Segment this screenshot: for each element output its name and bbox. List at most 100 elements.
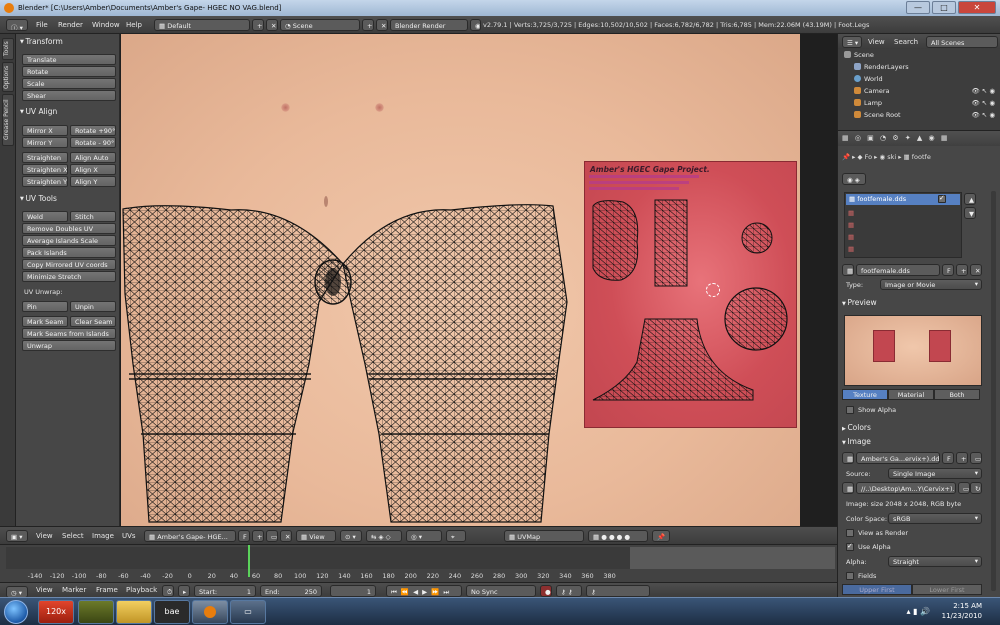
taskbar-app-media[interactable] — [78, 600, 114, 624]
image-new-button[interactable]: + — [956, 452, 968, 464]
translate-button[interactable]: Translate — [22, 54, 116, 65]
remove-doubles-uv-button[interactable]: Remove Doubles UV — [22, 223, 116, 234]
unpin-button[interactable]: Unpin — [70, 301, 116, 312]
texture-type-select[interactable]: Image or Movie — [880, 279, 982, 290]
taskbar-app-blender[interactable] — [192, 600, 228, 624]
close-button[interactable]: ✕ — [958, 1, 996, 14]
menu-search[interactable]: Search — [894, 38, 918, 46]
sync-selection-toggles[interactable]: ⇆ ◈ ◇ — [366, 530, 402, 542]
preview-tab-texture[interactable]: Texture — [842, 389, 888, 400]
menu-view[interactable]: View — [36, 586, 53, 594]
image-panel-title[interactable]: Image — [842, 437, 871, 446]
menu-frame[interactable]: Frame — [96, 586, 118, 594]
start-button[interactable] — [4, 600, 28, 624]
slot-move-up-button[interactable]: ▲ — [964, 193, 976, 205]
outliner-row-scene-root[interactable]: Scene Root 👁 ↖ ◉ — [838, 111, 1000, 123]
taskbar-app-autodesk[interactable]: 120x — [38, 600, 74, 624]
frame-range-icon[interactable]: ▸ — [178, 585, 190, 597]
outliner-row-lamp[interactable]: Lamp 👁 ↖ ◉ — [838, 99, 1000, 111]
visibility-icons[interactable]: 👁 ↖ ◉ — [971, 99, 995, 107]
folder-icon[interactable] — [116, 600, 152, 624]
file-browse-button[interactable]: ▭ — [958, 482, 970, 494]
texture-unlink-button[interactable]: ✕ — [970, 264, 982, 276]
outliner-row-camera[interactable]: Camera 👁 ↖ ◉ — [838, 87, 1000, 99]
editor-type-button[interactable]: ▣ ▾ — [6, 530, 28, 542]
menu-select[interactable]: Select — [62, 532, 84, 540]
editor-type-button[interactable]: ☰ ▾ — [842, 36, 862, 48]
stitch-button[interactable]: Stitch — [70, 211, 116, 222]
menu-view[interactable]: View — [36, 532, 53, 540]
minimize-button[interactable]: — — [906, 1, 930, 14]
uv-image-viewport[interactable]: Amber's HGEC Gape Project. — [121, 34, 800, 526]
rotate-button[interactable]: Rotate — [22, 66, 116, 77]
display-channels-toggles[interactable]: ▦ ● ● ● ● — [588, 530, 648, 542]
image-browse-select[interactable]: ▦ Amber's Gape- HGE... — [144, 530, 236, 542]
image-open-button[interactable]: ▭ — [266, 530, 278, 542]
screen-add-button[interactable]: + — [252, 19, 264, 31]
texture-name-field[interactable]: footfemale.dds — [856, 264, 940, 276]
end-frame-field[interactable]: End: 250 — [260, 585, 322, 597]
editor-type-button[interactable]: ⓘ ▾ — [6, 19, 28, 31]
outliner-filter-select[interactable]: All Scenes — [926, 36, 998, 48]
pin-icon[interactable]: 📌 — [652, 530, 670, 542]
properties-context-tabs[interactable]: ▦ ◎ ▣ ◔ ⚙ ✦ ▲ ◉ ▦ — [838, 131, 1000, 146]
view-mode-select[interactable]: ▦ View — [296, 530, 336, 542]
visibility-icons[interactable]: 👁 ↖ ◉ — [971, 111, 995, 119]
proportional-edit-toggles[interactable]: ◎ ▾ — [406, 530, 442, 542]
straighten-x-button[interactable]: Straighten X — [22, 164, 68, 175]
pack-islands-button[interactable]: Pack Islands — [22, 247, 116, 258]
scene-add-button[interactable]: + — [362, 19, 374, 31]
record-keyframe-button[interactable]: ● — [540, 585, 552, 597]
menu-uvs[interactable]: UVs — [122, 532, 136, 540]
scene-remove-button[interactable]: ✕ — [376, 19, 388, 31]
mirror-x-button[interactable]: Mirror X — [22, 125, 68, 136]
texture-type-toggles[interactable]: ◉ ◈ — [842, 173, 866, 185]
menu-playback[interactable]: Playback — [126, 586, 157, 594]
reload-image-button[interactable]: ↻ — [970, 482, 982, 494]
2d-cursor[interactable] — [706, 283, 720, 297]
straighten-button[interactable]: Straighten — [22, 152, 68, 163]
image-filepath-field[interactable]: //..\Desktop\Am...Y\Cervix+).dds — [856, 482, 956, 494]
snap-toggle[interactable]: ⌖ — [446, 530, 466, 542]
timeline-frame-range[interactable] — [6, 547, 630, 569]
image-fake-user-button[interactable]: F — [942, 452, 954, 464]
mirror-y-button[interactable]: Mirror Y — [22, 137, 68, 148]
scale-button[interactable]: Scale — [22, 78, 116, 89]
uv-tools-panel-title[interactable]: UV Tools — [20, 194, 56, 203]
texture-fake-user-button[interactable]: F — [942, 264, 954, 276]
image-name-field[interactable]: Amber's Ga...ervix+).dds — [856, 452, 940, 464]
alpha-mode-select[interactable]: Straight — [888, 556, 982, 567]
menu-file[interactable]: File — [36, 21, 48, 29]
outliner-row-world[interactable]: World — [838, 75, 1000, 87]
visibility-icons[interactable]: 👁 ↖ ◉ — [971, 87, 995, 95]
unwrap-button[interactable]: Unwrap — [22, 340, 116, 351]
texture-browse-icon[interactable]: ▦ — [842, 264, 854, 276]
screen-remove-button[interactable]: ✕ — [266, 19, 278, 31]
menu-render[interactable]: Render — [58, 21, 83, 29]
sync-mode-select[interactable]: No Sync — [466, 585, 536, 597]
clear-seam-button[interactable]: Clear Seam — [70, 316, 116, 327]
mark-seams-from-islands-button[interactable]: Mark Seams from Islands — [22, 328, 116, 339]
scene-select[interactable]: ◔ Scene — [280, 19, 360, 31]
screen-layout-select[interactable]: ▦ Default — [154, 19, 250, 31]
uv-map-select[interactable]: ▦ UVMap — [504, 530, 584, 542]
rotate-plus-90-button[interactable]: Rotate +90° — [70, 125, 116, 136]
field-order-lower-first[interactable]: Lower First — [912, 584, 982, 595]
preview-panel-title[interactable]: Preview — [842, 298, 876, 307]
pin-button[interactable]: Pin — [22, 301, 68, 312]
slot-move-down-button[interactable]: ▼ — [964, 207, 976, 219]
preview-tab-material[interactable]: Material — [888, 389, 934, 400]
minimize-stretch-button[interactable]: Minimize Stretch — [22, 271, 116, 282]
texture-slot-enabled-checkbox[interactable] — [938, 194, 946, 203]
menu-view[interactable]: View — [868, 38, 885, 46]
show-alpha-checkbox[interactable] — [846, 406, 854, 414]
preview-tab-both[interactable]: Both — [934, 389, 980, 400]
mark-seam-button[interactable]: Mark Seam — [22, 316, 68, 327]
tray-icons[interactable]: ▴ ▮ 🔊 — [907, 607, 930, 616]
context-icons[interactable]: ▦ ◎ ▣ ◔ ⚙ ✦ ▲ ◉ ▦ — [842, 134, 950, 142]
colorspace-select[interactable]: sRGB — [888, 513, 982, 524]
menu-window[interactable]: Window — [92, 21, 120, 29]
rotate-minus-90-button[interactable]: Rotate - 90° — [70, 137, 116, 148]
menu-help[interactable]: Help — [126, 21, 142, 29]
timeline-playhead[interactable] — [248, 545, 250, 577]
